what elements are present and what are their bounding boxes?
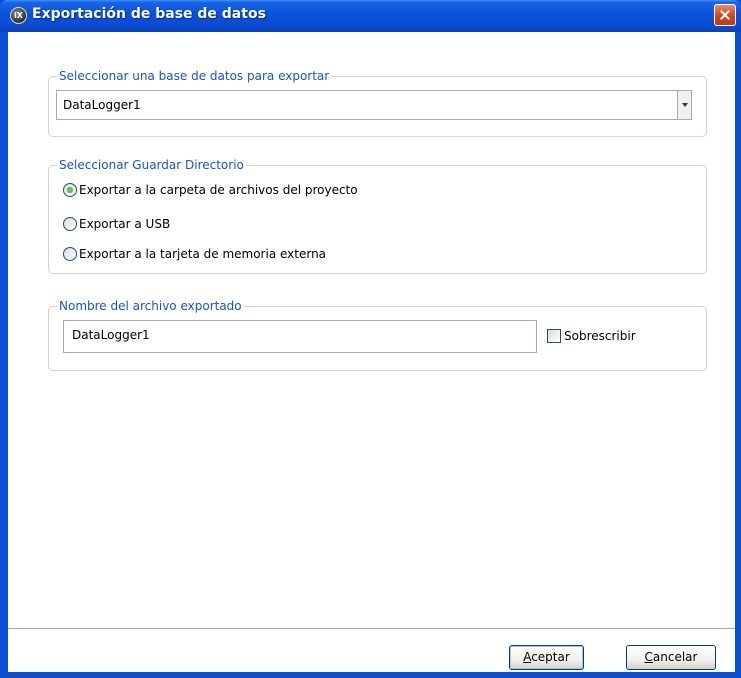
filename-input[interactable]: DataLogger1 <box>63 320 537 353</box>
app-logo-icon: iX <box>10 7 27 24</box>
database-select-value: DataLogger1 <box>63 98 141 112</box>
cancel-mnemonic: C <box>644 650 653 664</box>
dialog-body: Seleccionar una base de datos para expor… <box>8 32 735 672</box>
database-select[interactable]: DataLogger1 <box>56 90 692 120</box>
radio-option-label[interactable]: Exportar a USB <box>79 217 170 231</box>
accept-mnemonic: A <box>523 650 532 664</box>
database-group-legend: Seleccionar una base de datos para expor… <box>59 69 330 83</box>
footer-separator <box>8 628 735 630</box>
overwrite-label[interactable]: Sobrescribir <box>564 329 636 343</box>
title-bar[interactable]: iX Exportación de base de datos <box>0 0 741 32</box>
close-button[interactable] <box>714 4 736 26</box>
filename-input-value: DataLogger1 <box>72 328 150 342</box>
radio-button-checked[interactable] <box>63 183 77 197</box>
cancel-button[interactable]: Cancelar <box>626 645 716 670</box>
radio-button[interactable] <box>63 247 77 261</box>
radio-option-label[interactable]: Exportar a la carpeta de archivos del pr… <box>79 183 358 197</box>
radio-button[interactable] <box>63 217 77 231</box>
dropdown-arrow-icon[interactable] <box>677 91 691 119</box>
window-title: Exportación de base de datos <box>32 6 266 22</box>
cancel-label: ancelar <box>652 650 698 664</box>
export-dialog-window: iX Exportación de base de datos Seleccio… <box>0 0 741 678</box>
overwrite-checkbox[interactable] <box>547 329 561 343</box>
accept-label: ceptar <box>531 650 570 664</box>
directory-group-legend: Seleccionar Guardar Directorio <box>59 158 244 172</box>
radio-option-label[interactable]: Exportar a la tarjeta de memoria externa <box>79 247 326 261</box>
accept-button[interactable]: Aceptar <box>509 645 584 670</box>
filename-group-legend: Nombre del archivo exportado <box>59 299 242 313</box>
